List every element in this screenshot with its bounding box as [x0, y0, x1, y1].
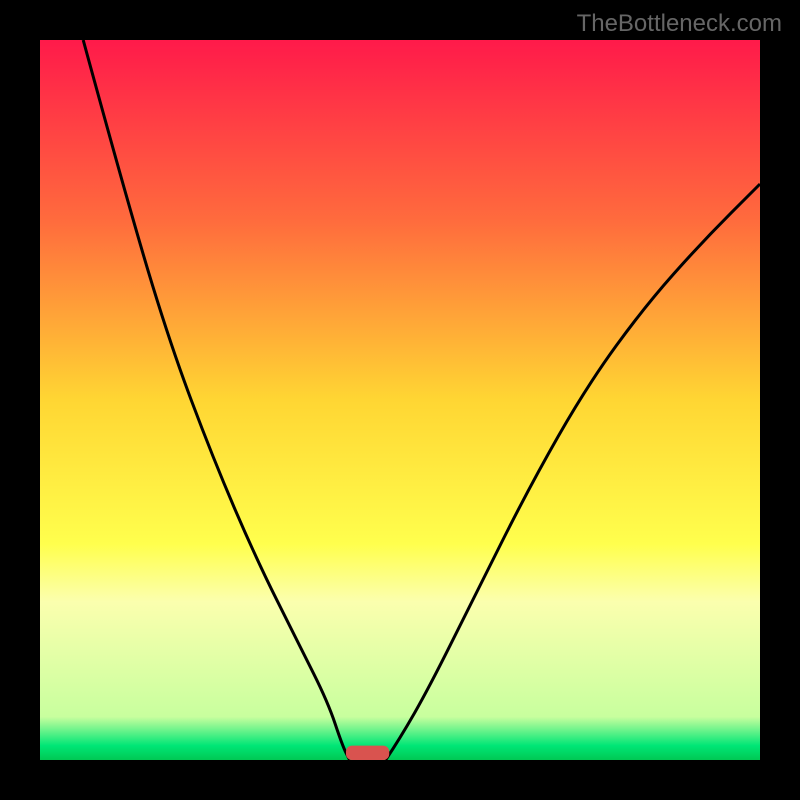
chart-svg [0, 0, 800, 800]
plot-background [40, 40, 760, 760]
watermark-text: TheBottleneck.com [577, 10, 782, 38]
chart-container: TheBottleneck.com [0, 0, 800, 800]
bottom-marker [346, 746, 389, 760]
